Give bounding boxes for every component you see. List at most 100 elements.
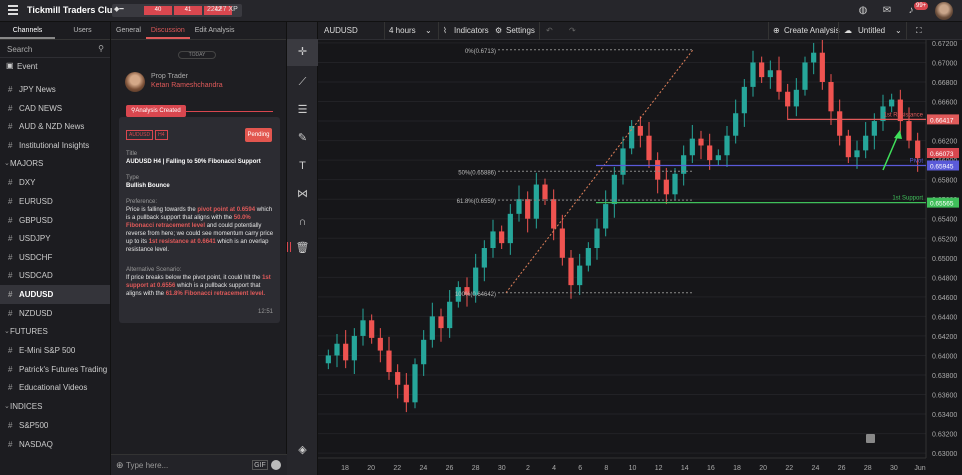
- x-tick-label: 26: [446, 465, 454, 472]
- sidebar-item-audusd[interactable]: # AUDUSD: [0, 284, 110, 304]
- x-tick-label: 28: [864, 465, 872, 472]
- candle-body: [429, 316, 435, 340]
- x-tick-label: 22: [785, 465, 793, 472]
- candle-body: [646, 135, 652, 161]
- hamburger-menu-icon[interactable]: [8, 5, 18, 15]
- sidebar-item-dxy[interactable]: # DXY: [0, 173, 110, 192]
- y-tick-label: 0.63800: [932, 373, 957, 380]
- layers-icon[interactable]: ◈: [287, 437, 318, 464]
- candle-body: [577, 265, 583, 286]
- panel-resize-handle[interactable]: [287, 242, 291, 252]
- field-value: AUDUSD H4 | Falling to 50% Fibonacci Sup…: [126, 159, 261, 165]
- mail-icon[interactable]: ✉: [881, 5, 893, 17]
- gif-button[interactable]: GIF: [252, 460, 268, 470]
- candle-body: [533, 184, 539, 219]
- author-name[interactable]: Ketan Rameshchandra: [151, 82, 223, 89]
- layout-name-button[interactable]: Untitled: [858, 26, 885, 35]
- hash-icon: #: [8, 271, 13, 281]
- analysis-created-banner: ⚲Analysis Created: [126, 105, 273, 117]
- section-indices[interactable]: ⌄ INDICES: [0, 397, 110, 416]
- analysis-tags: AUDUSD H4: [126, 129, 170, 140]
- preference-text: Price is falling towards the pivot point…: [126, 207, 274, 253]
- emoji-icon[interactable]: [271, 460, 281, 470]
- sidebar-item-label: USDCHF: [19, 252, 53, 262]
- x-tick-label: 24: [812, 465, 820, 472]
- y-tick-label: 0.65200: [932, 236, 957, 243]
- chevron-down-icon[interactable]: ⌄: [895, 26, 902, 35]
- sidebar-item-usdchf[interactable]: # USDCHF: [0, 248, 110, 267]
- message-input[interactable]: Type here...: [126, 461, 168, 470]
- tab-channels[interactable]: Channels: [0, 22, 55, 39]
- sidebar-item-emini-sp500[interactable]: # E-Mini S&P 500: [0, 341, 110, 360]
- candle-body: [837, 111, 843, 136]
- sidebar-item-sp500[interactable]: # S&P500: [0, 416, 110, 435]
- trend-line-icon[interactable]: ⟋: [287, 69, 318, 96]
- fullscreen-icon[interactable]: ⛶: [916, 26, 922, 36]
- tab-users[interactable]: Users: [55, 22, 110, 39]
- globe-icon[interactable]: ◍: [857, 5, 869, 17]
- search-icon[interactable]: ⚲: [98, 44, 104, 53]
- fib-retracement-icon[interactable]: ☰: [287, 97, 318, 124]
- xp-progress-bar: ◆━ 40 41 42 22127 XP: [112, 4, 242, 17]
- sidebar-item-educational-videos[interactable]: # Educational Videos: [0, 378, 110, 397]
- sidebar-item-cad-news[interactable]: # CAD NEWS: [0, 99, 110, 118]
- sidebar-item-usdcad[interactable]: # USDCAD: [0, 266, 110, 285]
- brush-icon[interactable]: ✎: [287, 125, 318, 152]
- channel-search[interactable]: Search ⚲: [0, 40, 110, 58]
- level-price-label: 0.65565: [930, 201, 954, 208]
- section-majors[interactable]: ⌄ MAJORS: [0, 154, 110, 173]
- message-composer: ⊕ Type here... GIF: [111, 454, 287, 475]
- pattern-icon[interactable]: ⋈: [287, 181, 318, 208]
- sidebar-item-patricks-futures[interactable]: # Patrick's Futures Trading: [0, 360, 110, 379]
- hash-icon: #: [8, 420, 13, 430]
- chevron-down-icon[interactable]: ⌄: [425, 26, 432, 35]
- y-tick-label: 0.63200: [932, 432, 957, 439]
- sidebar-item-jpy-news[interactable]: # JPY News: [0, 80, 110, 99]
- sidebar-item-gbpusd[interactable]: # GBPUSD: [0, 211, 110, 230]
- candle-body: [507, 213, 513, 244]
- y-tick-label: 0.63400: [932, 412, 957, 419]
- tab-general[interactable]: General: [111, 22, 146, 39]
- create-analysis-button[interactable]: Create Analysis: [784, 26, 840, 35]
- magnet-icon[interactable]: ∩: [287, 209, 318, 236]
- author-avatar[interactable]: [125, 72, 145, 92]
- preference-field: Preference: Price is falling towards the…: [126, 198, 274, 254]
- status-badge[interactable]: Pending: [245, 128, 272, 142]
- sidebar-item-usdjpy[interactable]: # USDJPY: [0, 229, 110, 248]
- x-tick-label: 30: [498, 465, 506, 472]
- sidebar-item-event[interactable]: ▣ Event: [0, 58, 110, 74]
- message-time: 12:51: [258, 309, 274, 315]
- settings-button[interactable]: Settings: [506, 26, 535, 35]
- y-tick-label: 0.63000: [932, 451, 957, 458]
- symbol-selector[interactable]: AUDUSD: [324, 26, 358, 35]
- sidebar-item-label: GBPUSD: [19, 215, 53, 225]
- tab-edit-analysis[interactable]: Edit Analysis: [190, 22, 240, 39]
- calendar-icon: ▣: [6, 61, 14, 70]
- section-futures[interactable]: ⌄ FUTURES: [0, 322, 110, 341]
- price-chart[interactable]: 0.672000.670000.668000.666000.664000.662…: [318, 40, 962, 475]
- candle-body: [785, 91, 791, 107]
- xp-value: 22127 XP: [207, 6, 238, 13]
- sidebar-item-institutional-insights[interactable]: # Institutional Insights: [0, 136, 110, 155]
- interval-selector[interactable]: 4 hours: [389, 26, 416, 35]
- tab-discussion[interactable]: Discussion: [145, 22, 190, 39]
- hash-icon: #: [8, 308, 13, 318]
- candle-body: [343, 343, 349, 361]
- crosshair-icon[interactable]: ✛: [287, 39, 318, 66]
- undo-icon[interactable]: ↶: [546, 26, 553, 35]
- sidebar-item-nzdusd[interactable]: # NZDUSD: [0, 304, 110, 323]
- candle-body: [377, 337, 383, 351]
- trash-icon[interactable]: 🗑: [287, 235, 318, 262]
- search-input[interactable]: Search: [7, 45, 32, 54]
- sidebar-item-eurusd[interactable]: # EURUSD: [0, 192, 110, 211]
- add-attachment-icon[interactable]: ⊕: [116, 460, 124, 471]
- sidebar-item-aud-nzd-news[interactable]: # AUD & NZD News: [0, 117, 110, 136]
- text-icon[interactable]: T: [287, 153, 318, 180]
- sidebar-item-nasdaq[interactable]: # NASDAQ: [0, 435, 110, 454]
- candle-body: [750, 62, 756, 87]
- redo-icon[interactable]: ↷: [569, 26, 576, 35]
- sidebar-item-label: Institutional Insights: [19, 140, 90, 150]
- user-avatar[interactable]: [935, 2, 953, 20]
- cloud-icon: ☁: [844, 26, 852, 35]
- indicators-button[interactable]: Indicators: [454, 26, 489, 35]
